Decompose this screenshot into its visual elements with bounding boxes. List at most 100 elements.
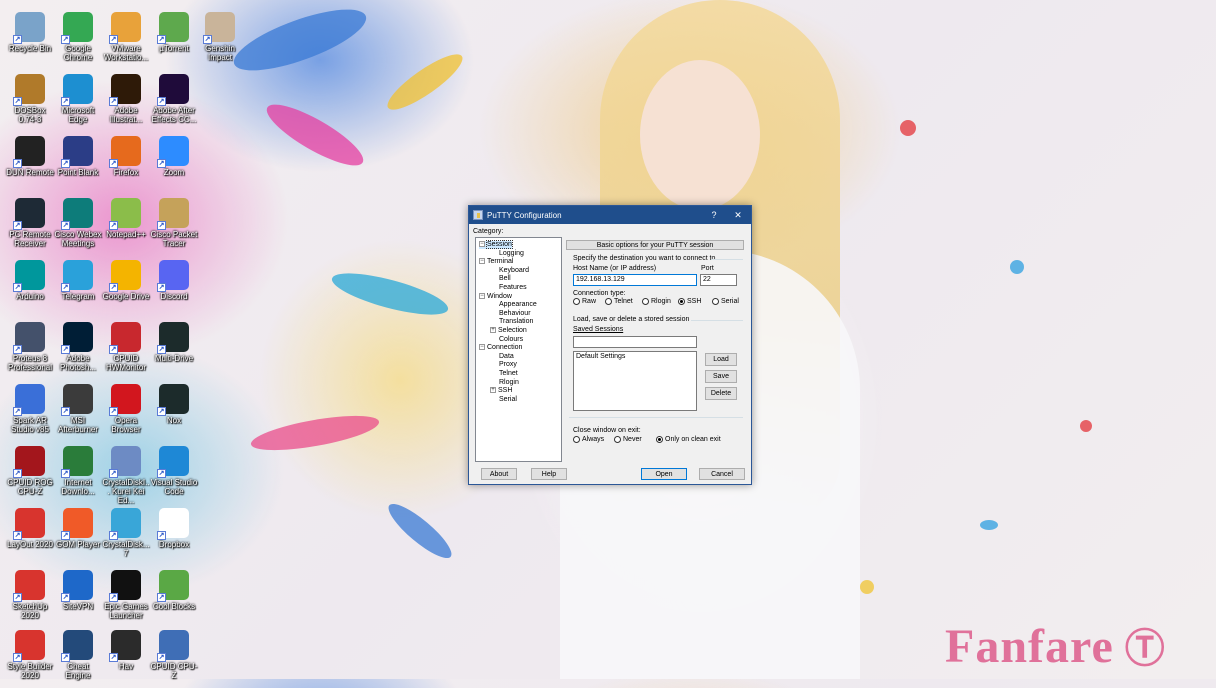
- expand-icon[interactable]: +: [490, 327, 496, 334]
- desktop-icon[interactable]: ↗ MSI Afterburner: [54, 382, 102, 442]
- desktop-icon[interactable]: ↗ µTorrent: [150, 10, 198, 70]
- radio-raw[interactable]: Raw: [573, 298, 596, 305]
- title-bar[interactable]: PuTTY Configuration ? ✕: [469, 206, 751, 224]
- desktop-icon[interactable]: ↗ Cheat Engine: [54, 628, 102, 688]
- radio-circle[interactable]: [573, 298, 580, 305]
- radio-serial[interactable]: Serial: [712, 298, 739, 305]
- desktop-icon[interactable]: ↗ Opera Browser: [102, 382, 150, 442]
- tree-item-selection[interactable]: + Selection: [490, 327, 527, 335]
- desktop-icon[interactable]: ↗ CrystalDisk... 7: [102, 506, 150, 566]
- tree-item-telnet[interactable]: Telnet: [490, 370, 518, 378]
- desktop-icon[interactable]: ↗ Firefox: [102, 134, 150, 194]
- tree-item-terminal[interactable]: − Terminal: [479, 258, 513, 266]
- tree-item-data[interactable]: Data: [490, 353, 514, 361]
- desktop-icon[interactable]: ↗ GOM Player: [54, 506, 102, 566]
- help-button[interactable]: Help: [531, 468, 567, 480]
- tree-item-keyboard[interactable]: Keyboard: [490, 267, 529, 275]
- desktop-icon[interactable]: ↗ VMware Workstatio...: [102, 10, 150, 70]
- radio-circle[interactable]: [605, 298, 612, 305]
- delete-button[interactable]: Delete: [705, 387, 737, 400]
- radio-circle[interactable]: [656, 436, 663, 443]
- radio-circle[interactable]: [712, 298, 719, 305]
- desktop-icon[interactable]: ↗ Microsoft Edge: [54, 72, 102, 132]
- desktop-icon[interactable]: ↗ Adobe Photosh...: [54, 320, 102, 380]
- help-title-button[interactable]: ?: [703, 206, 725, 224]
- desktop-icon[interactable]: ↗ Google Chrome: [54, 10, 102, 70]
- desktop-icon[interactable]: ↗ SiteVPN: [54, 568, 102, 628]
- desktop-icon[interactable]: ↗ Multi-Drive: [150, 320, 198, 380]
- desktop-icon[interactable]: ↗ Recycle Bin: [6, 10, 54, 70]
- tree-item-session[interactable]: − Session: [479, 240, 513, 249]
- close-radio-0[interactable]: Always: [573, 436, 604, 443]
- radio-ssh[interactable]: SSH: [678, 298, 701, 305]
- desktop-icon[interactable]: ↗ Internet Downlo...: [54, 444, 102, 504]
- tree-item-behaviour[interactable]: Behaviour: [490, 310, 531, 318]
- desktop-icon[interactable]: ↗ Google Drive: [102, 258, 150, 318]
- load-button[interactable]: Load: [705, 353, 737, 366]
- desktop-icon[interactable]: ↗ Dropbox: [150, 506, 198, 566]
- desktop-icon[interactable]: ↗ Epic Games Launcher: [102, 568, 150, 628]
- desktop-icon[interactable]: ↗ Visual Studio Code: [150, 444, 198, 504]
- tree-item-rlogin[interactable]: Rlogin: [490, 379, 519, 387]
- host-name-input[interactable]: 192.168.13.129: [573, 274, 697, 286]
- cancel-button[interactable]: Cancel: [699, 468, 745, 480]
- desktop-icon[interactable]: ↗ Genshin Impact: [196, 10, 244, 70]
- desktop-icon[interactable]: ↗ Zoom: [150, 134, 198, 194]
- tree-item-translation[interactable]: Translation: [490, 318, 533, 326]
- tree-item-features[interactable]: Features: [490, 284, 527, 292]
- desktop-icon[interactable]: ↗ Discord: [150, 258, 198, 318]
- port-input[interactable]: 22: [700, 274, 737, 286]
- close-radio-2[interactable]: Only on clean exit: [656, 436, 721, 443]
- category-tree[interactable]: − Session Logging − Terminal Keyboard Bell Feat…: [475, 237, 562, 462]
- desktop-icon[interactable]: ↗ Notepad++: [102, 196, 150, 256]
- desktop-icon[interactable]: ↗ Spark AR Studio v85: [6, 382, 54, 442]
- desktop-icon[interactable]: ↗ Telegram: [54, 258, 102, 318]
- desktop-icon[interactable]: ↗ CrystalDiskI... Kurei Kei Ed...: [102, 444, 150, 505]
- tree-item-connection[interactable]: − Connection: [479, 344, 522, 352]
- collapse-icon[interactable]: −: [479, 258, 485, 265]
- tree-item-serial[interactable]: Serial: [490, 396, 517, 404]
- tree-item-bell[interactable]: Bell: [490, 275, 511, 283]
- sessions-list[interactable]: Default Settings: [573, 351, 697, 411]
- desktop-icon[interactable]: ↗ Cisco Webex Meetings: [54, 196, 102, 256]
- collapse-icon[interactable]: −: [479, 344, 485, 351]
- expand-icon[interactable]: +: [490, 387, 496, 394]
- desktop-icon[interactable]: ↗ LayOut 2020: [6, 506, 54, 566]
- saved-sessions-input[interactable]: [573, 336, 697, 348]
- radio-telnet[interactable]: Telnet: [605, 298, 633, 305]
- tree-item-colours[interactable]: Colours: [490, 336, 523, 344]
- tree-item-proxy[interactable]: Proxy: [490, 361, 517, 369]
- radio-circle[interactable]: [678, 298, 685, 305]
- session-item[interactable]: Default Settings: [576, 352, 696, 362]
- radio-circle[interactable]: [642, 298, 649, 305]
- close-radio-1[interactable]: Never: [614, 436, 642, 443]
- desktop-icon[interactable]: ↗ CPUID CPU-Z: [150, 628, 198, 688]
- desktop-icon[interactable]: ↗ Point Blank: [54, 134, 102, 194]
- desktop-icon[interactable]: ↗ Cisco Packet Tracer: [150, 196, 198, 256]
- tree-item-window[interactable]: − Window: [479, 293, 512, 301]
- close-window-button[interactable]: ✕: [727, 206, 749, 224]
- collapse-icon[interactable]: −: [479, 292, 485, 299]
- desktop-icon[interactable]: ↗ Hav: [102, 628, 150, 688]
- desktop-icon[interactable]: ↗ Proteus 8 Professional: [6, 320, 54, 380]
- desktop-icon[interactable]: ↗ DUN Remote: [6, 134, 54, 194]
- tree-item-logging[interactable]: Logging: [490, 250, 524, 258]
- desktop-icon[interactable]: ↗ Style Builder 2020: [6, 628, 54, 688]
- tree-item-appearance[interactable]: Appearance: [490, 301, 537, 309]
- desktop-icon[interactable]: ↗ Arduino: [6, 258, 54, 318]
- about-button[interactable]: About: [481, 468, 517, 480]
- collapse-icon[interactable]: −: [479, 241, 485, 248]
- desktop-icon[interactable]: ↗ CPUID ROG CPU-Z: [6, 444, 54, 504]
- tree-item-ssh[interactable]: + SSH: [490, 387, 512, 395]
- radio-circle[interactable]: [614, 436, 621, 443]
- desktop-icon[interactable]: ↗ Adobe Illustrat...: [102, 72, 150, 132]
- desktop-icon[interactable]: ↗ PC Remote Receiver: [6, 196, 54, 256]
- desktop-icon[interactable]: ↗ Adobe After Effects CC...: [150, 72, 198, 132]
- desktop-icon[interactable]: ↗ Nox: [150, 382, 198, 442]
- desktop-icon[interactable]: ↗ SketchUp 2020: [6, 568, 54, 628]
- desktop-icon[interactable]: ↗ DOSBox 0.74-3: [6, 72, 54, 132]
- save-button[interactable]: Save: [705, 370, 737, 383]
- desktop-icon[interactable]: ↗ CPUID HWMonitor: [102, 320, 150, 380]
- open-button[interactable]: Open: [641, 468, 687, 480]
- desktop-icon[interactable]: ↗ Cool Blocks: [150, 568, 198, 628]
